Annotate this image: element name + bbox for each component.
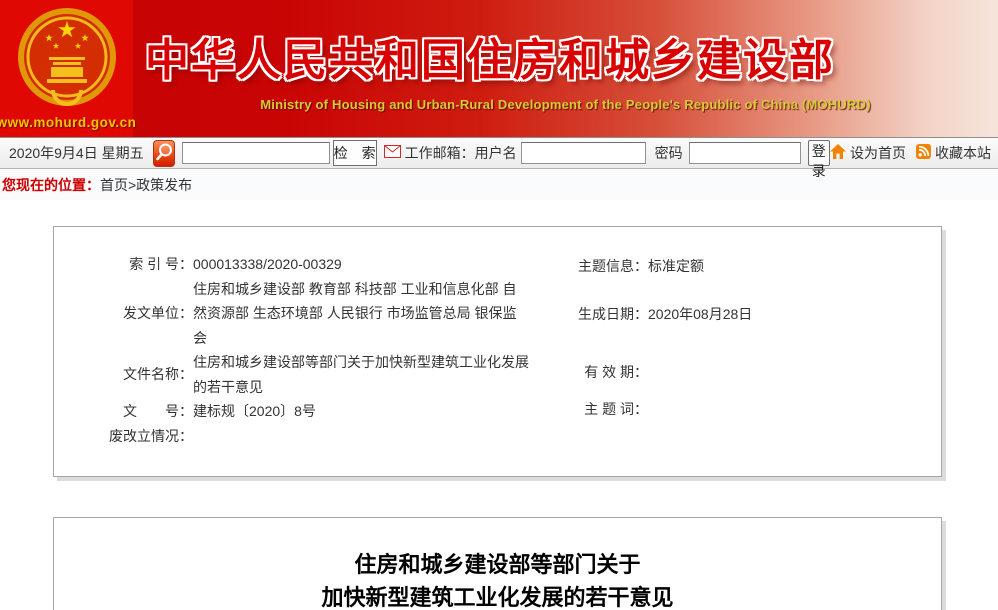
field-value: 住房和城乡建设部 教育部 科技部 工业和信息化部 自然资源部 生态环境部 人民银… <box>193 277 529 351</box>
field-label: 有 效 期： <box>518 360 648 385</box>
search-button[interactable] <box>153 140 175 167</box>
field-subject-info: 主题信息： 标准定额 <box>518 254 704 279</box>
field-label: 文件名称： <box>54 362 193 387</box>
retrieve-button[interactable]: 检 索 <box>333 140 377 166</box>
field-repeal-status: 废改立情况： <box>54 424 584 449</box>
login-button[interactable]: 登录 <box>808 140 830 166</box>
field-label: 发文单位： <box>54 301 193 326</box>
document-info-box: 索 引 号： 000013338/2020-00329 发文单位： 住房和城乡建… <box>53 226 942 477</box>
document-title-line2: 加快新型建筑工业化发展的若干意见 <box>54 581 941 610</box>
magnifier-icon <box>154 142 174 165</box>
quick-links: 设为首页 收藏本站 <box>830 143 993 163</box>
info-left-column: 索 引 号： 000013338/2020-00329 发文单位： 住房和城乡建… <box>54 252 584 448</box>
field-label: 索 引 号： <box>54 252 193 277</box>
field-creation-date: 生成日期： 2020年08月28日 <box>518 302 752 327</box>
field-value: 000013338/2020-00329 <box>193 252 529 277</box>
field-label: 废改立情况： <box>54 424 193 449</box>
site-header: www.mohurd.gov.cn 中华人民共和国住房和城乡建设部 Minist… <box>0 0 998 137</box>
rss-icon <box>916 144 931 162</box>
field-label: 生成日期： <box>518 302 648 327</box>
field-label: 主题信息： <box>518 254 648 279</box>
field-document-name: 文件名称： 住房和城乡建设部等部门关于加快新型建筑工业化发展的若干意见 <box>54 350 584 399</box>
field-value: 2020年08月28日 <box>648 302 752 327</box>
document-body-box: 住房和城乡建设部等部门关于 加快新型建筑工业化发展的若干意见 <box>53 517 942 610</box>
field-issuing-units: 发文单位： 住房和城乡建设部 教育部 科技部 工业和信息化部 自然资源部 生态环… <box>54 277 584 351</box>
search-input[interactable] <box>182 142 330 164</box>
national-emblem-icon <box>16 0 118 114</box>
breadcrumb: 您现在的位置： 首页>政策发布 <box>0 169 998 200</box>
breadcrumb-label: 您现在的位置： <box>2 175 100 195</box>
breadcrumb-path[interactable]: 首页>政策发布 <box>100 175 192 195</box>
field-document-number: 文 号： 建标规〔2020〕8号 <box>54 399 584 424</box>
field-label: 文 号： <box>54 399 193 424</box>
house-icon <box>830 144 846 162</box>
envelope-icon <box>384 145 401 161</box>
site-subtitle: Ministry of Housing and Urban-Rural Deve… <box>133 97 998 112</box>
site-logo[interactable]: www.mohurd.gov.cn <box>0 0 133 137</box>
site-title: 中华人民共和国住房和城乡建设部 <box>145 24 998 88</box>
username-input[interactable] <box>521 142 646 164</box>
field-value: 住房和城乡建设部等部门关于加快新型建筑工业化发展的若干意见 <box>193 350 529 399</box>
date-text: 2020年9月4日 星期五 <box>9 143 144 163</box>
password-label: 密码 <box>655 143 683 163</box>
field-value: 建标规〔2020〕8号 <box>193 399 529 424</box>
field-label: 主 题 词： <box>518 397 648 422</box>
field-index-number: 索 引 号： 000013338/2020-00329 <box>54 252 584 277</box>
site-url: www.mohurd.gov.cn <box>0 115 136 130</box>
mohurd-page: www.mohurd.gov.cn 中华人民共和国住房和城乡建设部 Minist… <box>0 0 998 610</box>
field-subject-words: 主 题 词： <box>518 397 648 422</box>
set-home-link[interactable]: 设为首页 <box>850 143 906 163</box>
mail-username-label: 工作邮箱：用户名 <box>405 143 517 163</box>
toolbar: 2020年9月4日 星期五 检 索 工作邮箱：用户名 密码 登录 <box>0 137 998 169</box>
password-input[interactable] <box>689 142 801 164</box>
banner: 中华人民共和国住房和城乡建设部 Ministry of Housing and … <box>133 0 998 137</box>
document-title-line1: 住房和城乡建设部等部门关于 <box>54 548 941 581</box>
favorite-link[interactable]: 收藏本站 <box>935 143 991 163</box>
field-validity-period: 有 效 期： <box>518 360 648 385</box>
field-value: 标准定额 <box>648 254 704 279</box>
